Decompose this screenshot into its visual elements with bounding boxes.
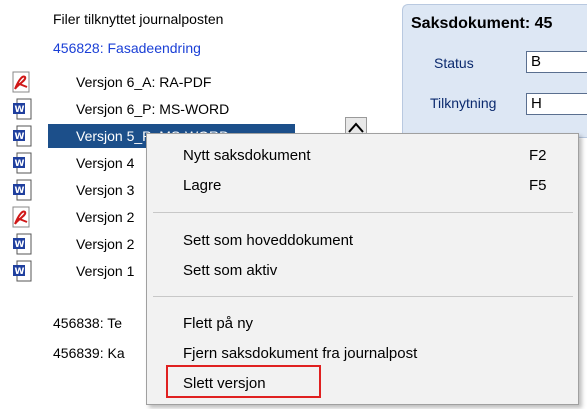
tilknytning-field[interactable]: H <box>526 93 587 115</box>
menu-item-label: Nytt saksdokument <box>183 147 311 164</box>
word-icon: W <box>13 233 32 255</box>
menu-item-label: Lagre <box>183 177 222 194</box>
svg-text:W: W <box>15 240 25 250</box>
svg-text:W: W <box>15 267 25 277</box>
word-icon: W <box>13 98 32 120</box>
word-icon: W <box>13 152 32 174</box>
panel-title: Saksdokument: 45 <box>411 15 553 32</box>
menu-item-lagre[interactable]: Lagre F5 <box>147 171 578 201</box>
status-label: Status <box>434 55 474 71</box>
menu-item-sett-som-aktiv[interactable]: Sett som aktiv <box>147 256 578 286</box>
word-icon: W <box>13 125 32 147</box>
list-item[interactable]: 456828: Fasadeendring <box>0 35 342 61</box>
pdf-icon <box>12 206 30 228</box>
menu-item-flett-pa-ny[interactable]: Flett på ny <box>147 309 578 339</box>
journal-post-link[interactable]: 456828: Fasadeendring <box>53 35 201 61</box>
version-label: Versjon 3 <box>76 182 135 198</box>
menu-item-label: Sett som aktiv <box>183 262 278 279</box>
file-list-header: Filer tilknyttet journalposten <box>0 7 342 32</box>
status-field[interactable]: B <box>526 51 587 73</box>
menu-item-label: Sett som hoveddokument <box>183 232 354 249</box>
version-label: Versjon 2 <box>76 236 135 252</box>
journal-post-label: 456838: Te <box>53 315 123 331</box>
svg-text:W: W <box>15 186 25 196</box>
menu-item-sett-som-hoveddokument[interactable]: Sett som hoveddokument <box>147 226 578 256</box>
version-label: Versjon 6_A: RA-PDF <box>76 74 212 90</box>
tilknytning-label: Tilknytning <box>430 95 497 111</box>
list-item[interactable]: W Versjon 6_P: MS-WORD <box>0 96 342 122</box>
version-label: Versjon 1 <box>76 263 135 279</box>
version-label: Versjon 6_P: MS-WORD <box>76 101 230 117</box>
menu-separator <box>153 212 573 213</box>
word-icon: W <box>13 260 32 282</box>
svg-text:W: W <box>15 105 25 115</box>
highlight-box <box>166 365 321 398</box>
menu-item-label: Flett på ny <box>183 315 254 332</box>
file-list-header-label: Filer tilknyttet journalposten <box>53 11 224 27</box>
document-details-panel: Saksdokument: 45 Status B Tilknytning H <box>402 4 587 138</box>
journal-post-label: 456839: Ka <box>53 345 125 361</box>
version-label: Versjon 4 <box>76 155 135 171</box>
version-label: Versjon 2 <box>76 209 135 225</box>
menu-item-nytt-saksdokument[interactable]: Nytt saksdokument F2 <box>147 141 578 171</box>
svg-text:W: W <box>15 132 25 142</box>
menu-separator <box>153 296 573 297</box>
list-item[interactable]: Versjon 6_A: RA-PDF <box>0 69 342 95</box>
pdf-icon <box>12 71 30 93</box>
menu-item-shortcut: F2 <box>529 147 547 164</box>
word-icon: W <box>13 179 32 201</box>
menu-item-shortcut: F5 <box>529 177 547 194</box>
svg-text:W: W <box>15 159 25 169</box>
